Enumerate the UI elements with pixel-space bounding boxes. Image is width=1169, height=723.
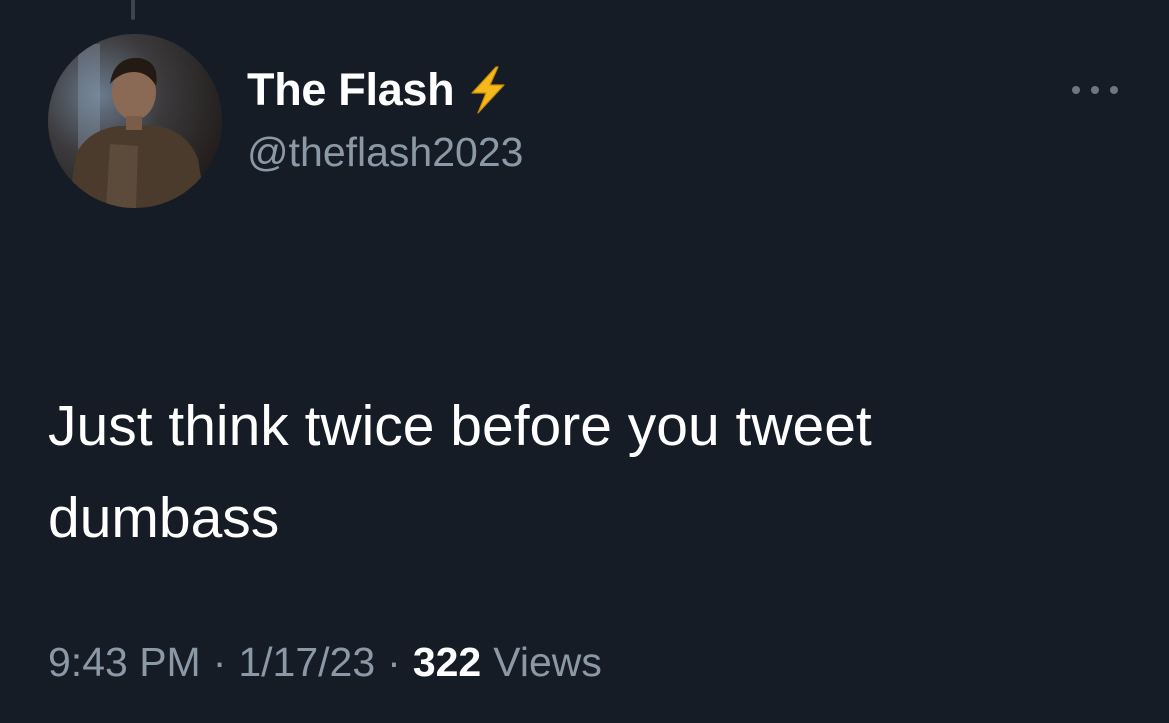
more-dot xyxy=(1110,86,1118,94)
separator-dot: · xyxy=(387,639,401,685)
tweet-time[interactable]: 9:43 PM xyxy=(48,632,201,692)
separator-dot: · xyxy=(212,639,227,685)
author-name-row: The Flash xyxy=(247,62,510,118)
lightning-bolt-icon xyxy=(471,66,505,114)
more-dot xyxy=(1091,86,1099,94)
thread-connector-line xyxy=(131,0,135,20)
tweet-text: Just think twice before you tweet dumbas… xyxy=(48,394,872,550)
more-options-icon[interactable] xyxy=(1072,80,1118,100)
avatar-image xyxy=(48,34,222,208)
views-label: Views xyxy=(493,639,602,685)
more-dot xyxy=(1072,86,1080,94)
tweet-metadata: 9:43 PM · 1/17/23 · 322 Views xyxy=(48,632,602,692)
author-display-name[interactable]: The Flash xyxy=(247,62,455,118)
views-count: 322 xyxy=(412,639,482,685)
tweet-date[interactable]: 1/17/23 xyxy=(238,632,375,692)
avatar[interactable] xyxy=(48,34,222,208)
author-handle[interactable]: @theflash2023 xyxy=(247,124,523,180)
